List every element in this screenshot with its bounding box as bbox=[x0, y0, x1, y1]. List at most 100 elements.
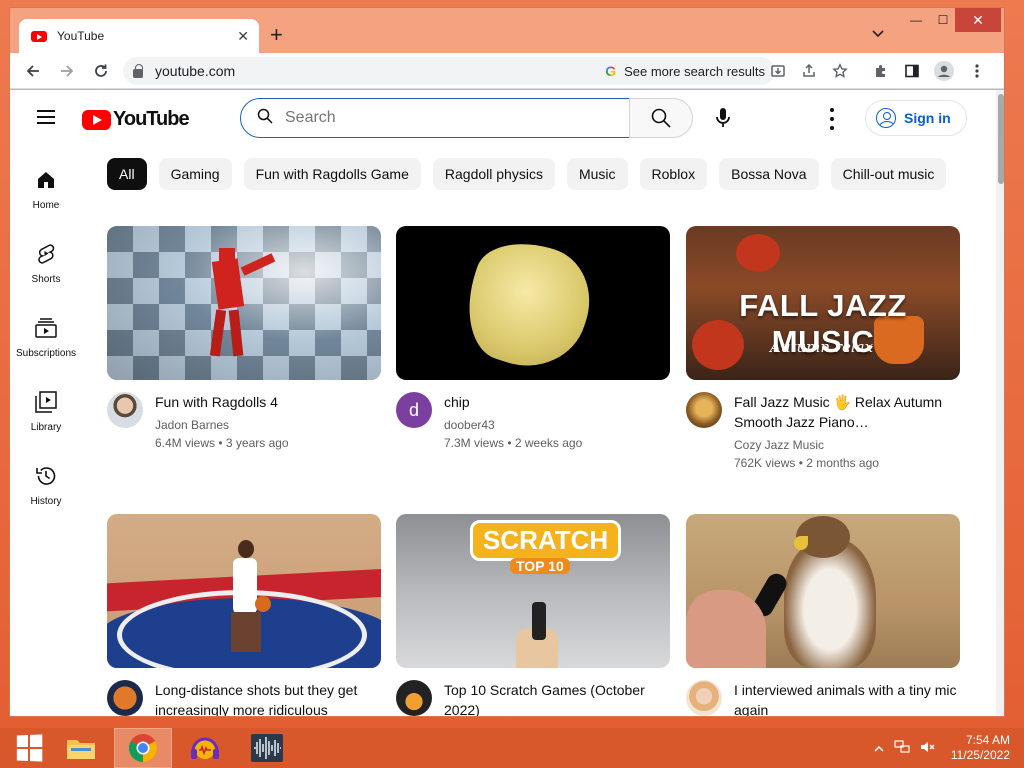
video-thumbnail[interactable] bbox=[686, 514, 960, 668]
video-title[interactable]: Top 10 Scratch Games (October 2022) bbox=[444, 680, 670, 716]
youtube-page: YouTube Sign in bbox=[10, 90, 996, 716]
video-thumbnail[interactable] bbox=[107, 226, 381, 380]
video-card[interactable]: SCRATCH TOP 10 Top 10 Scratch Games (Oct… bbox=[396, 514, 670, 716]
channel-avatar[interactable] bbox=[107, 392, 143, 428]
sign-in-button[interactable]: Sign in bbox=[865, 100, 967, 136]
sidebar-item-library[interactable]: Library bbox=[10, 368, 82, 442]
channel-name[interactable]: Jadon Barnes bbox=[155, 416, 289, 434]
channel-avatar[interactable] bbox=[396, 680, 432, 716]
close-window-button[interactable]: ✕ bbox=[955, 8, 1001, 32]
video-title[interactable]: Fall Jazz Music 🖐 Relax Autumn Smooth Ja… bbox=[734, 392, 960, 432]
start-button[interactable] bbox=[0, 728, 58, 768]
channel-avatar[interactable]: d bbox=[396, 392, 432, 428]
youtube-play-icon bbox=[82, 109, 111, 130]
channel-name[interactable]: Cozy Jazz Music bbox=[734, 436, 960, 454]
video-title[interactable]: Long-distance shots but they get increas… bbox=[155, 680, 381, 716]
new-tab-button[interactable]: + bbox=[270, 24, 283, 46]
sidebar-item-subscriptions[interactable]: Subscriptions bbox=[10, 294, 82, 368]
video-title[interactable]: Fun with Ragdolls 4 bbox=[155, 392, 289, 412]
install-app-icon[interactable] bbox=[766, 59, 790, 83]
taskbar-file-explorer[interactable] bbox=[52, 728, 110, 768]
chip-bossa-nova[interactable]: Bossa Nova bbox=[719, 158, 819, 190]
network-icon[interactable] bbox=[894, 739, 910, 757]
tab-youtube[interactable]: YouTube ✕ bbox=[19, 19, 259, 53]
avatar-letter: d bbox=[408, 399, 419, 420]
chip-roblox[interactable]: Roblox bbox=[639, 158, 708, 190]
video-card[interactable]: FALL JAZZ MUSIC Autumn relax Fall Jazz M… bbox=[686, 226, 960, 472]
video-stats: 7.3M views • 2 weeks ago bbox=[444, 436, 583, 450]
extensions-puzzle-icon[interactable] bbox=[869, 59, 893, 83]
sidebar-item-history[interactable]: History bbox=[10, 442, 82, 516]
tab-title: YouTube bbox=[57, 29, 105, 43]
address-bar[interactable]: youtube.com G See more search results bbox=[123, 57, 775, 85]
video-thumbnail[interactable] bbox=[107, 514, 381, 668]
channel-avatar[interactable] bbox=[686, 392, 722, 428]
back-button[interactable] bbox=[18, 56, 48, 86]
search-button[interactable] bbox=[629, 98, 693, 138]
subscriptions-icon bbox=[34, 316, 58, 340]
chip-ragdoll-physics[interactable]: Ragdoll physics bbox=[432, 158, 555, 190]
browser-titlebar: YouTube ✕ + — ☐ ✕ bbox=[10, 8, 1004, 53]
bookmark-star-icon[interactable] bbox=[828, 59, 852, 83]
video-card[interactable]: Long-distance shots but they get increas… bbox=[107, 514, 381, 716]
video-thumbnail[interactable]: SCRATCH TOP 10 bbox=[396, 514, 670, 668]
tray-expand-icon[interactable] bbox=[874, 741, 884, 755]
video-thumbnail[interactable]: FALL JAZZ MUSIC Autumn relax bbox=[686, 226, 960, 380]
library-icon bbox=[34, 390, 58, 414]
reload-button[interactable] bbox=[86, 56, 116, 86]
video-card[interactable]: Fun with Ragdolls 4 Jadon Barnes 6.4M vi… bbox=[107, 226, 381, 452]
scrollbar-thumb[interactable] bbox=[998, 94, 1004, 184]
sidebar-item-home[interactable]: Home bbox=[10, 146, 82, 220]
forward-button[interactable] bbox=[52, 56, 82, 86]
video-card[interactable]: I interviewed animals with a tiny mic ag… bbox=[686, 514, 960, 716]
guide-menu-icon[interactable] bbox=[37, 110, 55, 124]
taskbar-waveform-app[interactable] bbox=[238, 728, 296, 768]
thumb-badge-scratch: SCRATCH bbox=[470, 520, 622, 561]
folder-icon bbox=[67, 740, 95, 759]
minimize-button[interactable]: — bbox=[903, 8, 929, 32]
sidebar-item-label: Shorts bbox=[31, 274, 61, 285]
forward-arrow-icon bbox=[61, 64, 74, 77]
settings-more-icon[interactable] bbox=[822, 108, 842, 130]
channel-avatar[interactable] bbox=[686, 680, 722, 716]
sidebar-item-label: Subscriptions bbox=[15, 348, 77, 359]
chip-music[interactable]: Music bbox=[566, 158, 628, 190]
basketball bbox=[255, 596, 271, 612]
youtube-logo[interactable]: YouTube bbox=[82, 108, 190, 131]
page-scrollbar[interactable] bbox=[996, 90, 1004, 716]
side-panel-icon[interactable] bbox=[900, 59, 924, 83]
sidebar-item-label: Library bbox=[30, 422, 62, 433]
profile-avatar-icon[interactable] bbox=[932, 59, 956, 83]
chip-fun-with-ragdolls-game[interactable]: Fun with Ragdolls Game bbox=[243, 158, 421, 190]
video-title[interactable]: chip bbox=[444, 392, 582, 412]
see-more-results-chip[interactable]: G See more search results bbox=[605, 57, 765, 85]
taskbar-chrome[interactable] bbox=[114, 728, 172, 768]
share-icon[interactable] bbox=[797, 59, 821, 83]
volume-muted-icon[interactable] bbox=[920, 740, 936, 757]
search-icon bbox=[257, 108, 273, 129]
windows-logo-icon bbox=[16, 734, 43, 762]
video-card[interactable]: d chip doober43 7.3M views • 2 weeks ago bbox=[396, 226, 670, 452]
sign-in-label: Sign in bbox=[904, 110, 951, 126]
tab-search-chevron-icon[interactable] bbox=[872, 26, 884, 41]
chip-chill-out-music[interactable]: Chill-out music bbox=[830, 158, 947, 190]
chip-all[interactable]: All bbox=[107, 158, 147, 190]
search-input[interactable] bbox=[285, 109, 585, 127]
player-head bbox=[238, 540, 254, 558]
video-thumbnail[interactable] bbox=[396, 226, 670, 380]
tab-close-icon[interactable]: ✕ bbox=[237, 28, 249, 45]
sidebar-item-label: History bbox=[30, 496, 62, 507]
video-title[interactable]: I interviewed animals with a tiny mic ag… bbox=[734, 680, 960, 716]
voice-search-button[interactable] bbox=[705, 100, 741, 136]
taskbar-clock[interactable]: 7:54 AM 11/25/2022 bbox=[951, 733, 1010, 763]
video-stats: 762K views • 2 months ago bbox=[734, 456, 879, 470]
lock-icon bbox=[133, 63, 143, 78]
browser-menu-icon[interactable] bbox=[965, 59, 989, 83]
search-box[interactable] bbox=[240, 98, 630, 138]
channel-avatar[interactable] bbox=[107, 680, 143, 716]
maximize-button[interactable]: ☐ bbox=[930, 8, 956, 32]
taskbar-audio-app[interactable] bbox=[176, 728, 234, 768]
chip-gaming[interactable]: Gaming bbox=[158, 158, 232, 190]
sidebar-item-shorts[interactable]: Shorts bbox=[10, 220, 82, 294]
channel-name[interactable]: doober43 bbox=[444, 416, 582, 434]
